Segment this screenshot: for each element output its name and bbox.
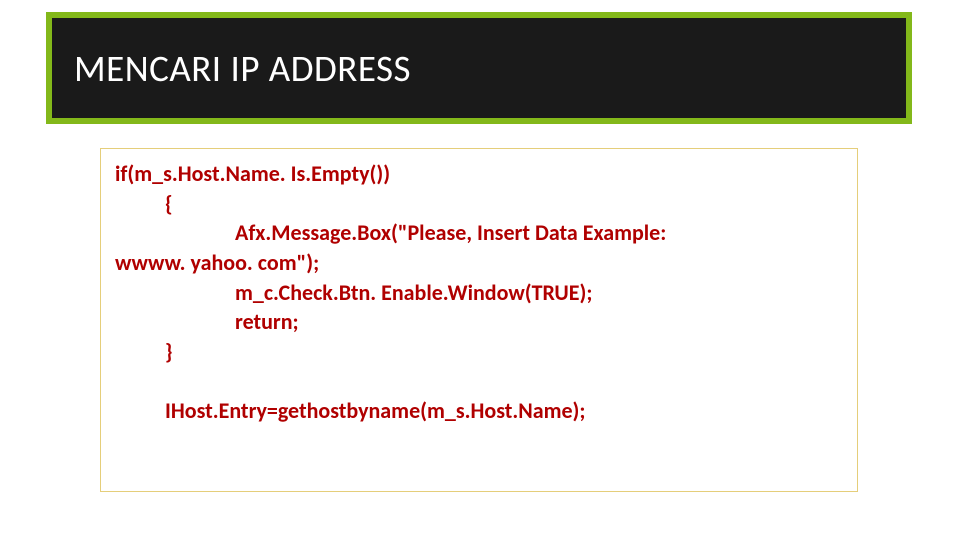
code-block: if(m_s.Host.Name. Is.Empty()) { Afx.Mess… bbox=[100, 148, 858, 492]
code-line: Afx.Message.Box("Please, Insert Data Exa… bbox=[115, 218, 843, 248]
code-line: { bbox=[115, 189, 843, 219]
code-line: m_c.Check.Btn. Enable.Window(TRUE); bbox=[115, 278, 843, 308]
slide-title: MENCARI IP ADDRESS bbox=[52, 18, 906, 91]
blank-line bbox=[115, 367, 843, 396]
code-line: if(m_s.Host.Name. Is.Empty()) bbox=[115, 159, 843, 189]
code-line: } bbox=[115, 337, 843, 367]
title-band: MENCARI IP ADDRESS bbox=[46, 12, 912, 124]
code-line: return; bbox=[115, 307, 843, 337]
code-line: wwww. yahoo. com"); bbox=[115, 248, 843, 278]
code-line: IHost.Entry=gethostbyname(m_s.Host.Name)… bbox=[115, 396, 843, 426]
